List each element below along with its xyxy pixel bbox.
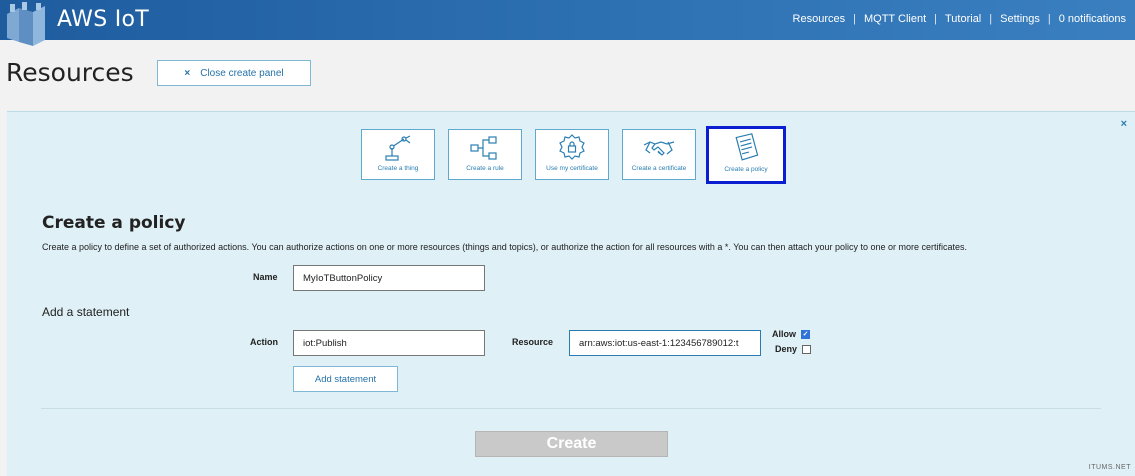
divider — [41, 408, 1101, 409]
nav-settings[interactable]: Settings — [1000, 13, 1040, 25]
aws-iot-logo-icon[interactable] — [5, 2, 47, 46]
tile-label: Create a policy — [724, 166, 768, 173]
watermark: ITUMS.NET — [1088, 464, 1131, 471]
top-nav: Resources | MQTT Client | Tutorial | Set… — [793, 13, 1126, 25]
robot-arm-icon — [385, 135, 411, 161]
handshake-icon — [643, 141, 675, 156]
tile-create-certificate[interactable]: Create a certificate — [622, 129, 696, 180]
tile-create-thing[interactable]: Create a thing — [361, 129, 435, 180]
nav-separator: | — [989, 13, 993, 25]
nav-notifications[interactable]: 0 notifications — [1059, 13, 1126, 25]
action-input[interactable]: iot:Publish — [293, 330, 485, 356]
page-title: Resources — [6, 58, 134, 87]
name-label: Name — [253, 272, 278, 282]
form-description: Create a policy to define a set of autho… — [42, 242, 968, 252]
resource-input[interactable]: arn:aws:iot:us-east-1:123456789012:t — [569, 330, 761, 356]
nav-tutorial[interactable]: Tutorial — [945, 13, 981, 25]
panel-close-icon[interactable]: × — [1121, 118, 1127, 130]
allow-option[interactable]: Allow ✓ — [772, 329, 810, 339]
badge-lock-icon — [559, 134, 585, 160]
nav-resources[interactable]: Resources — [793, 13, 846, 25]
deny-option[interactable]: Deny — [775, 344, 812, 354]
policy-name-input[interactable]: MyIoTButtonPolicy — [293, 265, 485, 291]
tile-create-rule[interactable]: Create a rule — [448, 129, 522, 180]
top-bar: AWS IoT Resources | MQTT Client | Tutori… — [0, 0, 1135, 46]
add-statement-button[interactable]: Add statement — [293, 366, 398, 392]
tile-use-my-certificate[interactable]: Use my certificate — [535, 129, 609, 180]
close-create-panel-button[interactable]: × Close create panel — [157, 60, 311, 86]
flow-icon — [470, 136, 497, 160]
nav-separator: | — [1047, 13, 1051, 25]
deny-checkbox[interactable] — [802, 344, 812, 354]
action-label: Action — [250, 337, 278, 347]
allow-checkbox[interactable]: ✓ — [801, 329, 810, 339]
brand-title: AWS IoT — [57, 7, 150, 32]
close-icon: × — [184, 67, 191, 79]
tile-label: Use my certificate — [546, 165, 598, 172]
tile-label: Create a certificate — [631, 165, 687, 172]
create-button[interactable]: Create — [475, 431, 668, 457]
add-statement-heading: Add a statement — [42, 305, 130, 319]
allow-label: Allow — [772, 329, 796, 339]
tile-create-policy[interactable]: Create a policy — [706, 126, 786, 184]
deny-label: Deny — [775, 344, 798, 354]
nav-mqtt-client[interactable]: MQTT Client — [864, 13, 926, 25]
tile-label: Create a rule — [466, 165, 504, 172]
document-icon — [735, 133, 759, 161]
tile-label: Create a thing — [377, 165, 419, 172]
form-title: Create a policy — [42, 213, 186, 233]
resource-label: Resource — [512, 337, 554, 347]
nav-separator: | — [934, 13, 937, 25]
close-create-panel-label: Close create panel — [200, 67, 284, 79]
create-panel: × Create a thing Create a rule Use my ce… — [7, 111, 1135, 476]
nav-separator: | — [853, 13, 856, 25]
